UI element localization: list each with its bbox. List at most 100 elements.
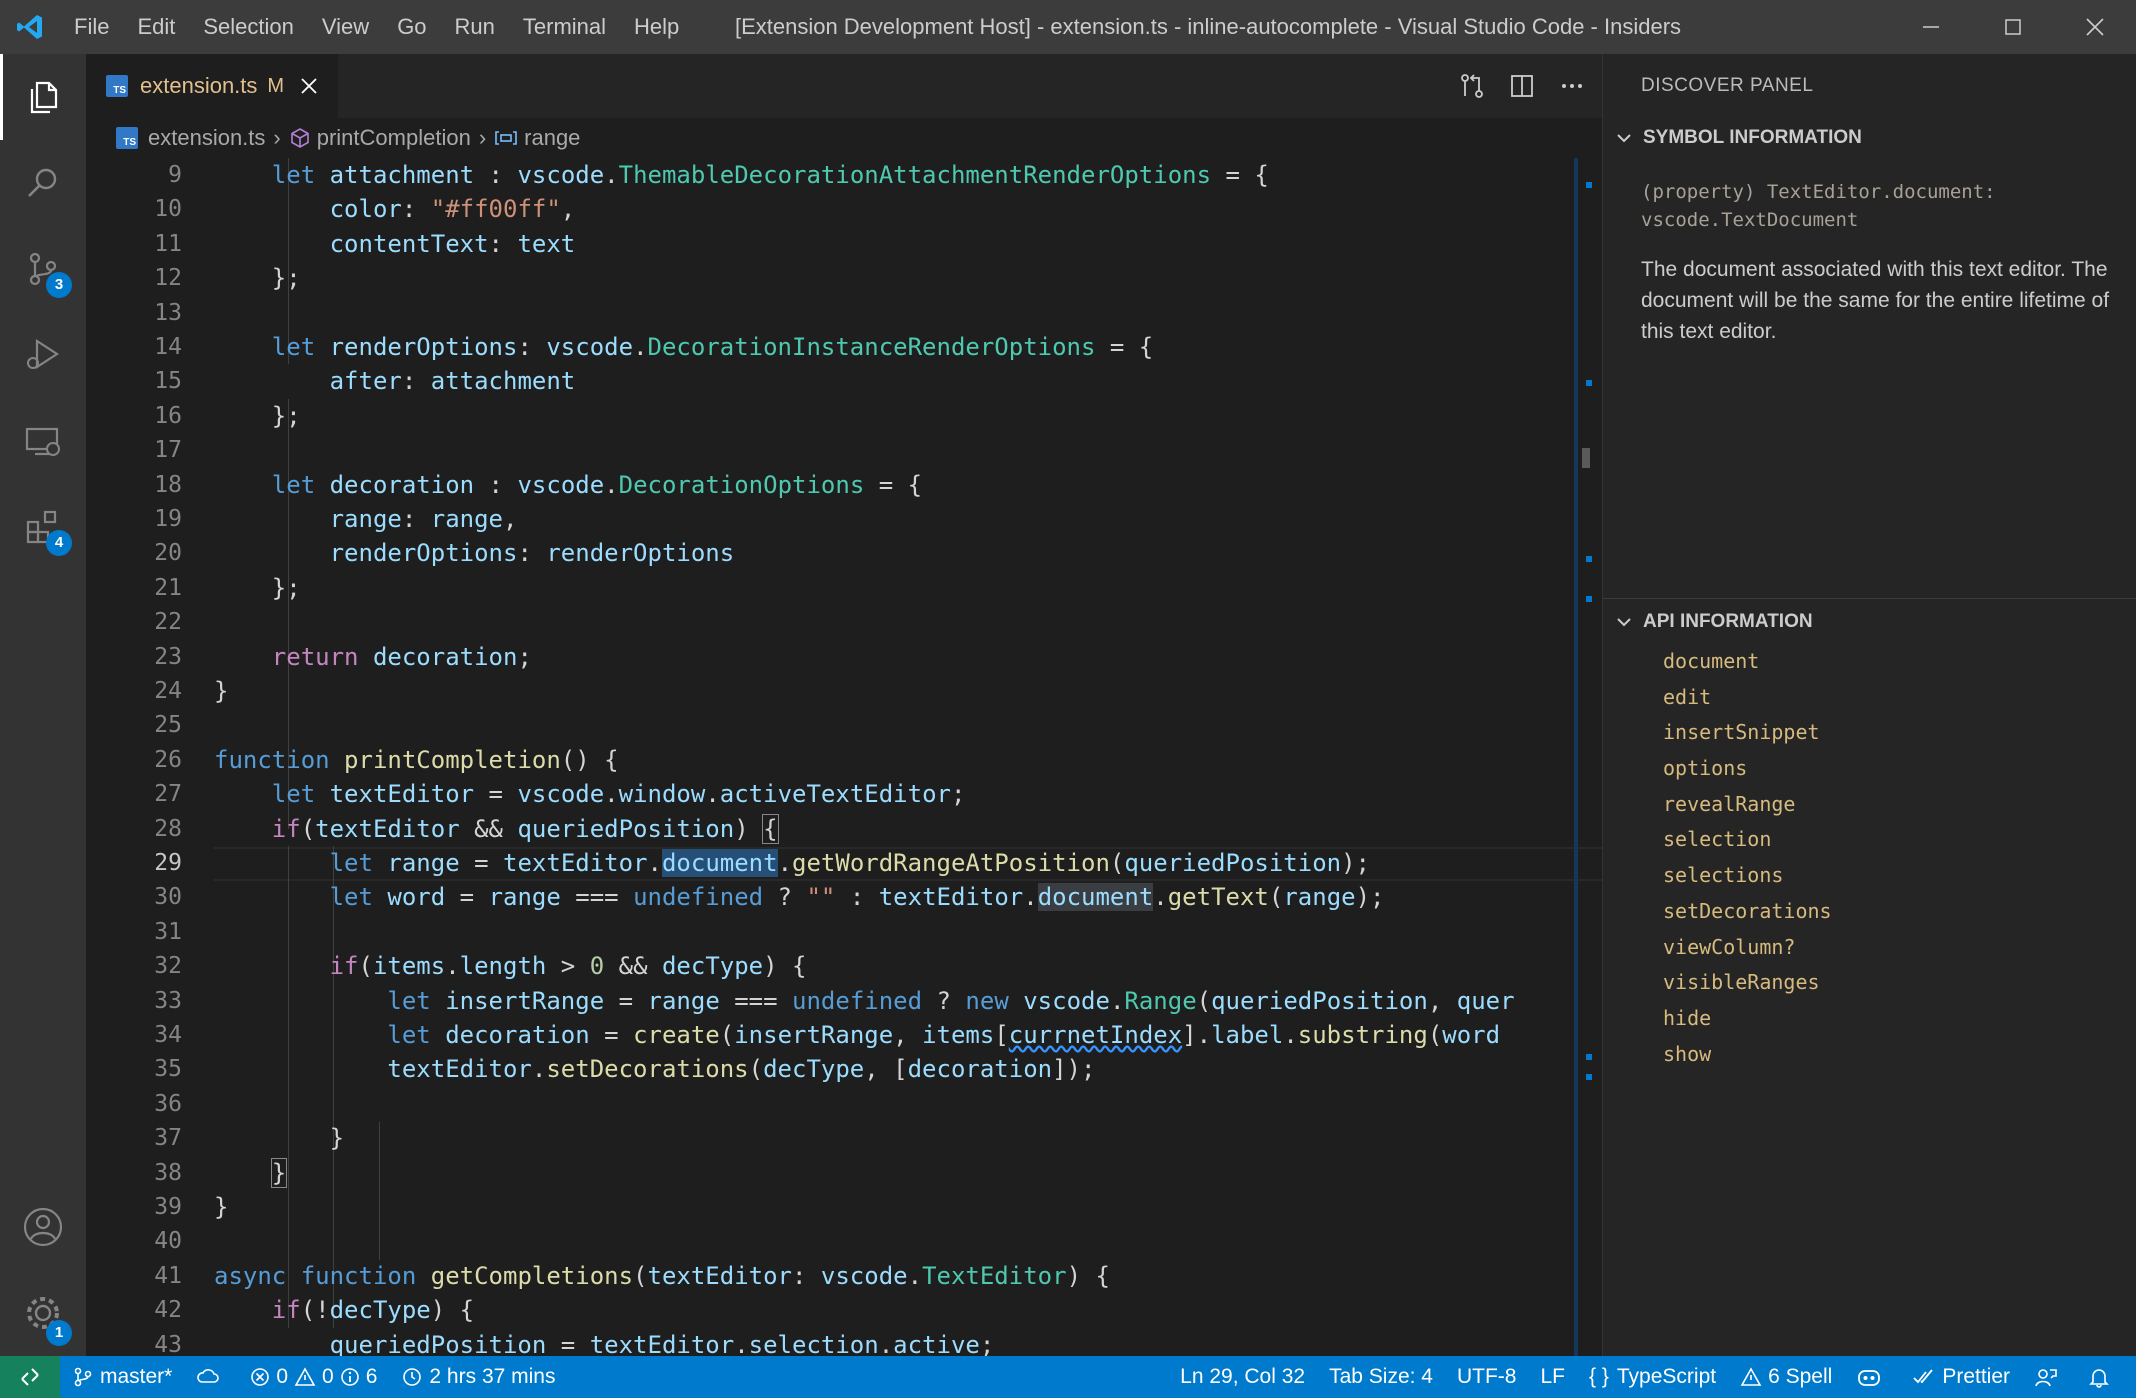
line-number: 31 (154, 918, 182, 945)
api-item-selections[interactable]: selections (1663, 858, 1832, 894)
menu-view[interactable]: View (308, 0, 383, 54)
api-information-header[interactable]: API INFORMATION (1603, 602, 2136, 642)
copilot-icon (1858, 1370, 1881, 1386)
feedback-status[interactable] (2022, 1356, 2076, 1398)
menu-terminal[interactable]: Terminal (509, 0, 620, 54)
menu-bar: File Edit Selection View Go Run Terminal… (60, 0, 693, 54)
discover-panel: DISCOVER PANEL SYMBOL INFORMATION (prope… (1602, 54, 2136, 1356)
activity-run-debug[interactable] (0, 312, 86, 398)
api-item-insertsnippet[interactable]: insertSnippet (1663, 715, 1832, 751)
typescript-file-icon: TS (106, 75, 128, 97)
cloud-sync-icon (197, 1369, 220, 1383)
code-line-39: } (214, 1193, 229, 1221)
line-number: 27 (154, 781, 182, 808)
menu-run[interactable]: Run (441, 0, 509, 54)
spell-label: 6 Spell (1768, 1365, 1833, 1388)
spell-status[interactable]: 6 Spell (1728, 1356, 1844, 1398)
code-line-28: if(textEditor && queriedPosition) { (271, 813, 779, 844)
api-item-hide[interactable]: hide (1663, 1001, 1832, 1037)
remote-indicator[interactable] (0, 1356, 60, 1398)
menu-edit[interactable]: Edit (123, 0, 189, 54)
activity-manage[interactable]: 1 (0, 1270, 86, 1356)
breadcrumb-file[interactable]: extension.ts (148, 125, 265, 151)
close-window-button[interactable] (2054, 0, 2136, 54)
maximize-button[interactable] (1972, 0, 2054, 54)
line-number: 16 (154, 402, 182, 429)
language-mode[interactable]: { } TypeScript (1577, 1356, 1728, 1398)
activity-search[interactable] (0, 140, 86, 226)
git-branch-icon (74, 1367, 92, 1387)
time-tracker-status[interactable]: 2 hrs 37 mins (389, 1356, 567, 1398)
line-number: 25 (154, 712, 182, 739)
api-item-viewcolumn[interactable]: viewColumn? (1663, 930, 1832, 966)
line-number: 20 (154, 540, 182, 567)
menu-help[interactable]: Help (620, 0, 693, 54)
git-branch-status[interactable]: master* (60, 1356, 184, 1398)
close-tab-icon[interactable] (298, 75, 320, 97)
editor-scrollbar[interactable] (1574, 158, 1602, 1356)
api-item-selection[interactable]: selection (1663, 822, 1832, 858)
symbol-description: The document associated with this text e… (1641, 258, 2110, 343)
activity-source-control[interactable]: 3 (0, 226, 86, 312)
breadcrumb-variable[interactable]: range (524, 125, 580, 151)
split-editor-icon[interactable] (1508, 72, 1536, 100)
cursor-position[interactable]: Ln 29, Col 32 (1168, 1356, 1317, 1398)
vscode-logo-icon (0, 0, 60, 54)
remote-explorer-icon (25, 427, 60, 456)
status-right: Ln 29, Col 32 Tab Size: 4 UTF-8 LF { } T… (1168, 1356, 2136, 1398)
line-number: 23 (154, 643, 182, 670)
scroll-thumb[interactable] (1582, 448, 1590, 468)
account-icon (23, 1207, 63, 1247)
line-number: 19 (154, 506, 182, 532)
activity-extensions[interactable]: 4 (0, 484, 86, 570)
indentation-status[interactable]: Tab Size: 4 (1317, 1356, 1445, 1398)
api-item-setdecorations[interactable]: setDecorations (1663, 894, 1832, 930)
api-item-options[interactable]: options (1663, 751, 1832, 787)
api-item-visibleranges[interactable]: visibleRanges (1663, 965, 1832, 1001)
method-icon (290, 128, 309, 148)
api-item-revealrange[interactable]: revealRange (1663, 787, 1832, 823)
api-item-edit[interactable]: edit (1663, 680, 1832, 716)
open-changes-icon[interactable] (1458, 72, 1486, 100)
overview-marker (1586, 556, 1592, 562)
api-item-show[interactable]: show (1663, 1037, 1832, 1073)
minimize-button[interactable] (1890, 0, 1972, 54)
api-item-document[interactable]: document (1663, 644, 1832, 680)
code-editor[interactable]: 9 10 11 12 13 14 15 16 17 18 19 20 21 22 23 24 25 26 27 28 2… (86, 158, 1602, 1356)
menu-file[interactable]: File (60, 0, 123, 54)
line-number: 11 (154, 230, 182, 257)
eol-status[interactable]: LF (1528, 1356, 1577, 1398)
activity-explorer[interactable] (0, 54, 86, 140)
breadcrumb-function[interactable]: printCompletion (317, 125, 471, 151)
api-list: document edit insertSnippet options reve… (1663, 644, 1832, 1072)
code-line-35: textEditor.setDecorations(decType, [deco… (387, 1055, 1096, 1084)
notifications-status[interactable] (2076, 1356, 2136, 1398)
panel-title: DISCOVER PANEL (1641, 75, 1814, 96)
braces-icon: { } (1589, 1365, 1609, 1388)
symbol-information-label: SYMBOL INFORMATION (1643, 127, 1862, 148)
code-line-29: let range = textEditor.document.getWordR… (329, 849, 1371, 877)
copilot-status[interactable] (1844, 1356, 1900, 1398)
code-line-41: async function getCompletions(textEditor… (214, 1261, 1110, 1290)
warning-count: 0 (322, 1365, 334, 1388)
line-number: 21 (154, 574, 182, 601)
encoding-status[interactable]: UTF-8 (1445, 1356, 1529, 1398)
tab-extension-ts[interactable]: TS extension.ts M (86, 54, 338, 118)
line-number: 29 (154, 850, 182, 876)
menu-go[interactable]: Go (383, 0, 440, 54)
activity-accounts[interactable] (0, 1184, 86, 1270)
menu-selection[interactable]: Selection (189, 0, 308, 54)
activity-remote-explorer[interactable] (0, 398, 86, 484)
feedback-icon (2035, 1369, 2057, 1387)
line-number: 42 (154, 1297, 182, 1324)
problems-status[interactable]: 0 0 6 (238, 1356, 389, 1398)
tab-modified-indicator: M (267, 74, 285, 97)
code-line-15: after: attachment (329, 367, 576, 396)
sync-status[interactable] (184, 1356, 238, 1398)
settings-badge: 1 (46, 1320, 72, 1346)
symbol-information-header[interactable]: SYMBOL INFORMATION (1603, 118, 2136, 158)
more-actions-icon[interactable] (1558, 72, 1586, 100)
code-line-18: let decoration : vscode.DecorationOption… (271, 470, 923, 499)
prettier-status[interactable]: Prettier (1900, 1356, 2022, 1398)
history-icon (403, 1368, 422, 1386)
